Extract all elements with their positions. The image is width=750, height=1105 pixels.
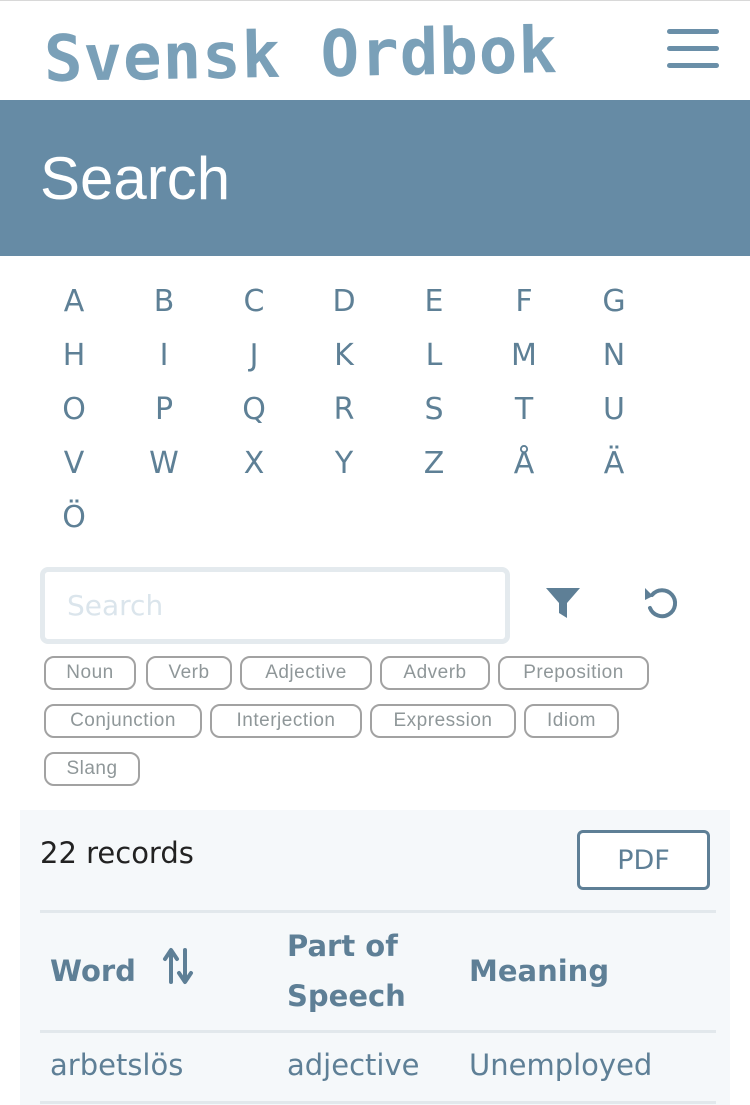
table-divider [40, 1101, 716, 1104]
letter-link[interactable]: M [484, 329, 564, 383]
filter-funnel-icon [546, 588, 580, 618]
top-bar: Svensk Ordbok [0, 0, 750, 100]
letter-link[interactable]: T [484, 383, 564, 437]
filter-button[interactable] [543, 584, 583, 622]
letter-link[interactable]: S [394, 383, 474, 437]
sort-up-down-icon[interactable] [162, 946, 194, 986]
letter-link[interactable]: H [34, 329, 114, 383]
letter-link[interactable]: E [394, 275, 474, 329]
tag-idiom[interactable]: Idiom [524, 704, 619, 738]
table-divider [40, 910, 716, 913]
letter-link[interactable]: K [304, 329, 384, 383]
letter-link[interactable]: C [214, 275, 294, 329]
reset-button[interactable] [641, 582, 683, 624]
letter-link[interactable]: L [394, 329, 474, 383]
tag-noun[interactable]: Noun [44, 656, 136, 690]
letter-link[interactable]: O [34, 383, 114, 437]
tag-adjective[interactable]: Adjective [240, 656, 372, 690]
tag-conjunction[interactable]: Conjunction [44, 704, 202, 738]
hamburger-line [667, 46, 719, 51]
letter-link[interactable]: P [124, 383, 204, 437]
letter-link[interactable]: D [304, 275, 384, 329]
pdf-export-button[interactable]: PDF [577, 830, 710, 890]
tag-verb[interactable]: Verb [146, 656, 232, 690]
cell-part-of-speech: adjective [287, 1048, 420, 1082]
letter-link[interactable]: J [214, 329, 294, 383]
tag-expression[interactable]: Expression [370, 704, 516, 738]
letter-link[interactable]: U [574, 383, 654, 437]
record-count: 22 records [40, 836, 194, 870]
letter-link[interactable]: Y [304, 437, 384, 491]
hamburger-menu-icon [667, 29, 719, 34]
reset-undo-icon [645, 588, 678, 619]
column-header-meaning: Meaning [469, 954, 610, 988]
letter-link[interactable]: Å [484, 437, 564, 491]
menu-button[interactable] [667, 29, 719, 73]
tag-slang[interactable]: Slang [44, 752, 140, 786]
column-header-word[interactable]: Word [50, 946, 136, 996]
letter-link[interactable]: R [304, 383, 384, 437]
letter-link[interactable]: V [34, 437, 114, 491]
tag-preposition[interactable]: Preposition [498, 656, 649, 690]
letter-link[interactable]: X [214, 437, 294, 491]
page-title: Search [40, 145, 231, 212]
search-field-wrapper [40, 567, 510, 644]
letter-link[interactable]: A [34, 275, 114, 329]
results-panel: 22 records PDF Word Part of Speech Meani… [20, 810, 730, 1105]
letter-link[interactable]: Q [214, 383, 294, 437]
letter-link[interactable]: N [574, 329, 654, 383]
letter-link[interactable]: W [124, 437, 204, 491]
column-header-pos-line1: Part of [287, 929, 398, 963]
table-divider [40, 1030, 716, 1033]
letter-link[interactable]: Z [394, 437, 474, 491]
cell-meaning: Unemployed [469, 1048, 653, 1082]
letter-link[interactable]: Ä [574, 437, 654, 491]
cell-word[interactable]: arbetslös [50, 1048, 183, 1082]
site-logo[interactable]: Svensk Ordbok [43, 14, 558, 97]
tag-interjection[interactable]: Interjection [210, 704, 362, 738]
letter-link[interactable]: B [124, 275, 204, 329]
letter-link[interactable]: G [574, 275, 654, 329]
letter-link[interactable]: I [124, 329, 204, 383]
column-header-pos-line2: Speech [287, 979, 406, 1013]
hero-banner: Search [0, 100, 750, 256]
letter-link[interactable]: F [484, 275, 564, 329]
letter-link[interactable]: Ö [34, 491, 114, 545]
tag-adverb[interactable]: Adverb [380, 656, 490, 690]
hamburger-line [667, 63, 719, 68]
search-input[interactable] [45, 572, 505, 639]
